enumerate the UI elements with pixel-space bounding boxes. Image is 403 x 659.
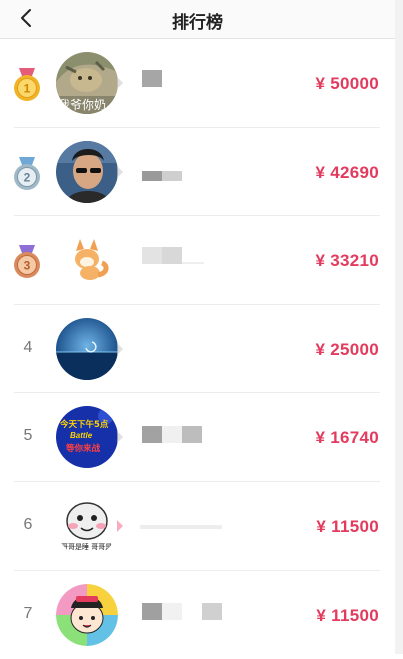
avatar-caption: Battle [70,431,93,441]
gold-medal-icon: 1 [14,68,40,101]
ranking-row-1[interactable]: 1 我爷你奶 ¥ 50000 [0,39,395,128]
avatar-arrow [117,165,123,178]
avatar[interactable]: 今天下午5点 Battle 等你来战 [56,406,118,469]
scrollbar-track[interactable] [395,0,403,654]
avatar-arrow [117,77,123,89]
amount: ¥ 25000 [315,339,379,359]
bronze-medal-icon: 3 [14,245,40,279]
nav-bar: 排行榜 [0,0,395,39]
ranking-list: 1 我爷你奶 ¥ 50000 2 ¥ 42690 3 ¥ 33210 4 ¥ 2… [0,39,395,659]
avatar[interactable] [56,229,118,292]
avatar-caption: 我爷你奶 [58,98,107,112]
avatar-arrow [117,519,123,532]
avatar[interactable] [56,583,118,646]
rank-number: 7 [23,604,33,622]
name-redacted [142,247,204,265]
avatar[interactable] [56,140,118,203]
leaderboard-screen: 排行榜 1 我爷你奶 ¥ 50000 2 ¥ 42690 3 ¥ 33210 4… [0,0,395,654]
silver-medal-icon: 2 [14,156,40,190]
ranking-row-2[interactable]: 2 ¥ 42690 [0,128,395,217]
amount: ¥ 16740 [315,428,379,448]
amount: ¥ 11500 [316,516,379,536]
avatar-caption: 哥哥是睡 哥哥是 [61,542,113,551]
svg-text:1: 1 [24,82,31,96]
amount: ¥ 42690 [315,162,379,182]
svg-text:3: 3 [24,259,31,273]
ranking-row-6[interactable]: 6 哥哥是睡 哥哥是 ¥ 11500 [0,482,395,571]
ranking-row-5[interactable]: 5 今天下午5点 Battle 等你来战 ¥ 16740 [0,393,395,482]
name-redacted [142,426,202,444]
avatar-arrow [117,431,123,444]
amount: ¥ 33210 [315,251,379,271]
name-redacted [142,602,222,620]
avatar[interactable] [56,317,118,380]
page-title: 排行榜 [172,13,223,33]
avatar-caption: 等你来战 [66,444,101,455]
ranking-row-7[interactable]: 7 ¥ 11500 [0,571,395,659]
avatar-caption: 今天下午5点 [60,420,109,431]
rank-number: 4 [23,338,33,356]
ranking-row-3[interactable]: 3 ¥ 33210 [0,216,395,305]
amount: ¥ 11500 [316,605,379,625]
avatar[interactable]: 我爷你奶 [56,52,118,114]
ranking-row-4[interactable]: 4 ¥ 25000 [0,305,395,394]
name-redacted [142,70,162,87]
avatar[interactable]: 哥哥是睡 哥哥是 [56,494,118,557]
rank-number: 5 [23,427,33,445]
rank-number: 6 [23,515,33,533]
name-redacted [140,524,222,542]
amount: ¥ 50000 [315,74,379,93]
svg-text:2: 2 [24,170,31,184]
name-redacted [142,170,182,188]
avatar-arrow [117,342,123,355]
